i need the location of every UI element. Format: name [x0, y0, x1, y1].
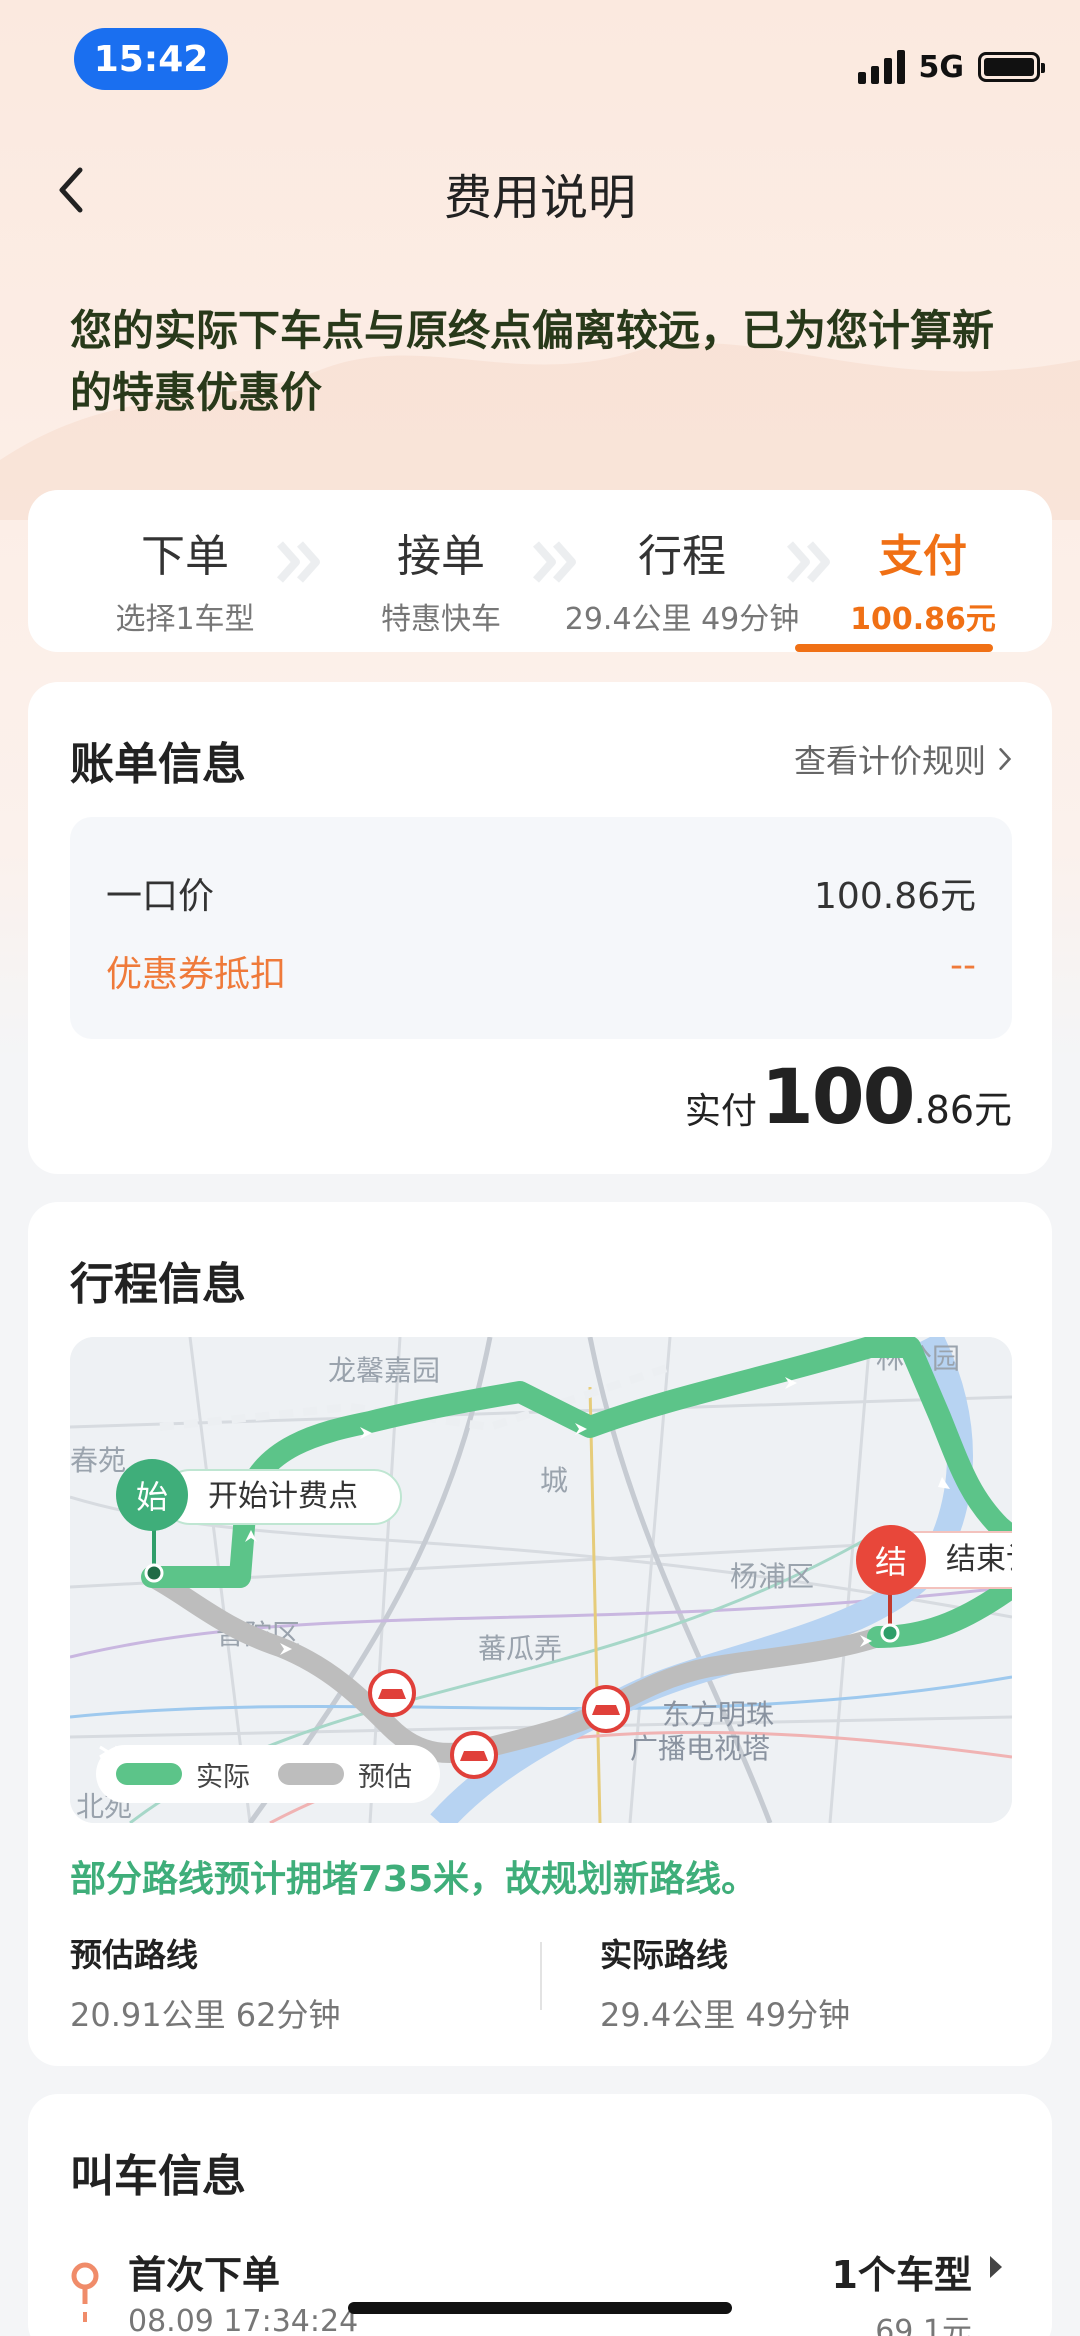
trip-title: 行程信息 [70, 1259, 246, 1310]
home-indicator[interactable] [348, 2302, 732, 2314]
call-card: 叫车信息 首次下单 08.09 17:34:24 1个车型 69.1元 [28, 2094, 1052, 2336]
call-title: 叫车信息 [70, 2151, 246, 2202]
end-badge: 结 [856, 1525, 926, 1595]
bill-card: 账单信息 查看计价规则 一口价 100.86元 优惠券抵扣 -- 实付 100 … [28, 682, 1052, 1174]
network-type: 5G [918, 49, 965, 85]
battery-icon [978, 52, 1045, 82]
trip-card: 行程信息 龙馨嘉园 城 杨浦区 普陀区 蕃瓜弄 东方明珠 广播电视塔 北苑 春苑… [28, 1202, 1052, 2066]
chevron-right-icon [999, 748, 1012, 770]
estimated-route-title: 预估路线 [70, 1936, 199, 1974]
route-map[interactable]: 龙馨嘉园 城 杨浦区 普陀区 蕃瓜弄 东方明珠 广播电视塔 北苑 春苑 林公园 [70, 1337, 1012, 1823]
end-marker: 结束计 结 [856, 1525, 1012, 1595]
status-time: 15:42 [74, 28, 228, 90]
paid-amount: 实付 100 .86元 [684, 1052, 1012, 1141]
first-order-label: 首次下单 [128, 2253, 281, 2297]
order-steps: 下单 选择1车型 接单 特惠快车 行程 29.4公里 49分钟 支付 100.8… [28, 490, 1052, 652]
step-trip: 行程 29.4公里 49分钟 [564, 531, 800, 637]
fixed-price-label: 一口价 [106, 876, 215, 917]
start-badge: 始 [116, 1459, 188, 1531]
car-types-count: 1个车型 [831, 2253, 972, 2297]
page-title: 费用说明 [443, 170, 636, 226]
first-order-time: 08.09 17:34:24 [128, 2304, 359, 2336]
signal-icon [857, 50, 905, 84]
first-order-price: 69.1元 [875, 2314, 972, 2336]
legend-estimated-label: 预估 [358, 1761, 412, 1793]
actual-route: 实际路线 29.4公里 49分钟 [600, 1930, 850, 2036]
location-pin-icon [71, 2262, 99, 2322]
start-marker: 开始计费点 始 [116, 1459, 406, 1531]
status-icons: 5G [857, 46, 1045, 88]
route-divider [540, 1942, 542, 2010]
triangle-right-icon [990, 2256, 1002, 2278]
coupon-row: 优惠券抵扣 -- [106, 945, 976, 997]
estimated-route-value: 20.91公里 62分钟 [70, 1996, 341, 2034]
legend-actual-swatch [99, 1745, 182, 1785]
deviation-notice: 您的实际下车点与原终点偏离较远，已为您计算新的特惠优惠价 [70, 306, 995, 417]
pricing-rules-link[interactable]: 查看计价规则 [794, 736, 1012, 782]
coupon-value: -- [950, 945, 976, 986]
active-step-underline [795, 644, 993, 652]
bill-title: 账单信息 [70, 739, 246, 790]
coupon-label: 优惠券抵扣 [106, 954, 287, 995]
bill-details: 一口价 100.86元 优惠券抵扣 -- [70, 817, 1012, 1039]
legend-actual-label: 实际 [196, 1761, 250, 1793]
legend-estimated-swatch [99, 1745, 344, 1785]
fixed-price-row: 一口价 100.86元 [106, 867, 976, 919]
route-legend: 实际 预估 [96, 1745, 440, 1803]
step-payment[interactable]: 支付 100.86元 [798, 520, 1048, 638]
actual-route-title: 实际路线 [600, 1936, 729, 1974]
fixed-price-value: 100.86元 [814, 876, 976, 917]
start-label: 开始计费点 [162, 1469, 402, 1525]
estimated-route: 预估路线 20.91公里 62分钟 [70, 1930, 341, 2036]
congestion-tip: 部分路线预计拥堵735米，故规划新路线。 [70, 1859, 758, 1900]
actual-route-value: 29.4公里 49分钟 [600, 1996, 851, 2034]
